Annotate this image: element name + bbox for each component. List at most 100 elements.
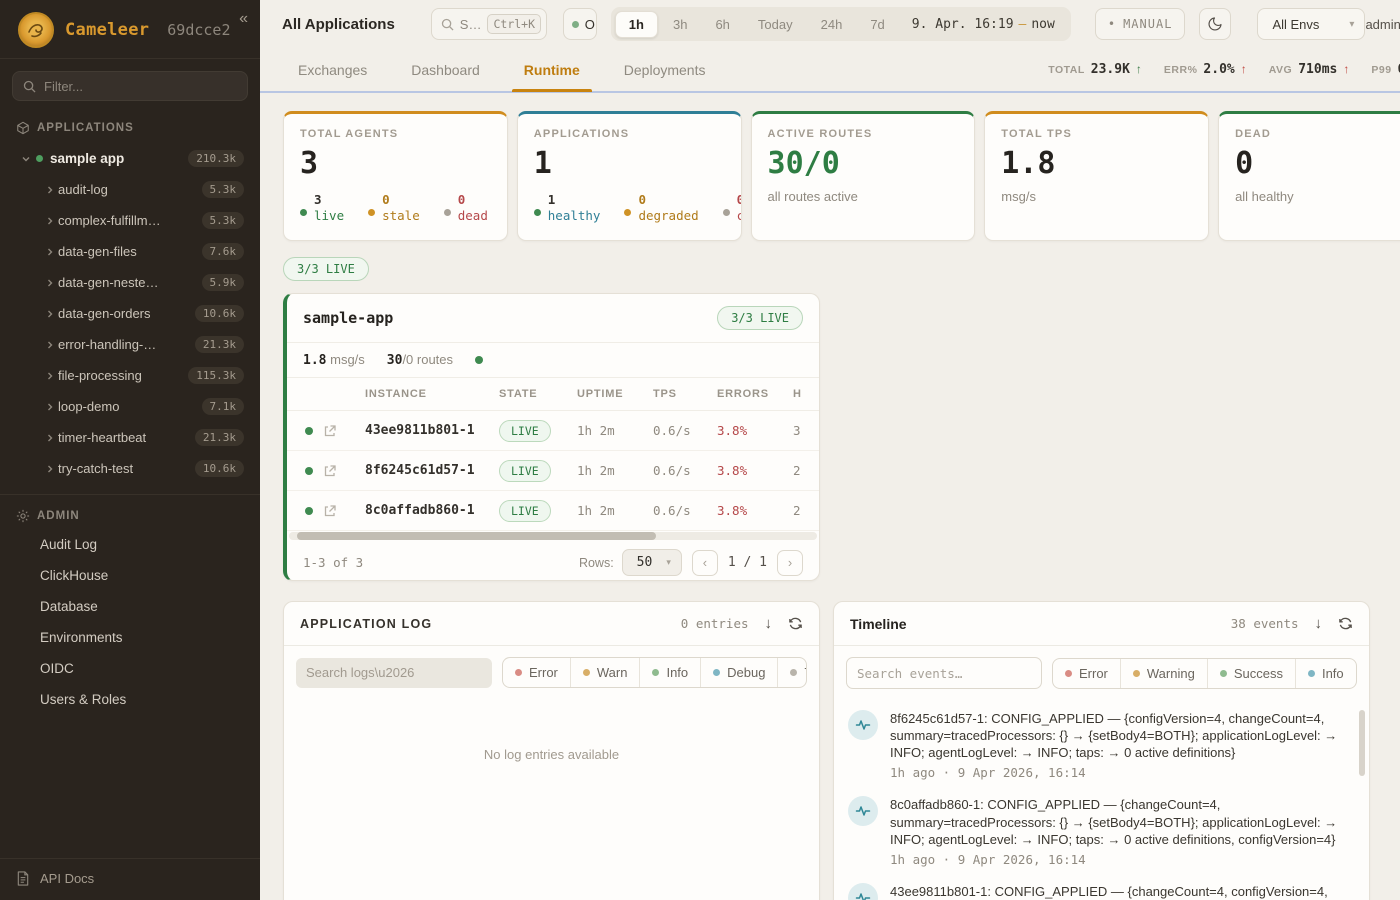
tree-item-audit-log[interactable]: audit-log5.3k — [8, 174, 252, 205]
count-badge: 10.6k — [195, 460, 244, 477]
sidebar-item-environments[interactable]: Environments — [0, 622, 260, 653]
timeline-scrollbar-thumb[interactable] — [1359, 710, 1365, 776]
chevron-right-icon[interactable] — [42, 278, 58, 288]
search-placeholder: S… — [460, 17, 482, 32]
header-stats: TOTAL23.9K↑ ERR%2.0%↑ AVG710ms↑ P996.8s↑ — [1048, 62, 1400, 77]
dark-mode-toggle[interactable] — [1199, 8, 1231, 40]
tree-item-loop-demo[interactable]: loop-demo7.1k — [8, 391, 252, 422]
chevron-right-icon[interactable] — [42, 247, 58, 257]
timeline-event[interactable]: 43ee9811b801-1: CONFIG_APPLIED — {change… — [848, 883, 1355, 900]
stat-total: TOTAL23.9K↑ — [1048, 62, 1142, 77]
page-indicator: 1 / 1 — [728, 555, 767, 570]
timeline-event[interactable]: 8c0affadb860-1: CONFIG_APPLIED — {change… — [848, 796, 1355, 866]
user-menu: admin AD — [1365, 9, 1400, 39]
stat-avg: AVG710ms↑ — [1269, 62, 1350, 77]
log-search-input[interactable] — [296, 658, 492, 688]
filter-warn[interactable]: Warn — [570, 658, 640, 687]
table-row[interactable]: 8c0affadb860-1 LIVE 1h 2m 0.6/s 3.8% 2 — [287, 491, 819, 531]
api-docs-link[interactable]: API Docs — [0, 858, 260, 900]
date-range-display[interactable]: 9. Apr. 16:19—now — [900, 17, 1067, 32]
chevron-right-icon[interactable] — [42, 433, 58, 443]
tree-item-error-handling[interactable]: error-handling-…21.3k — [8, 329, 252, 360]
chevron-right-icon[interactable] — [42, 402, 58, 412]
amber-dot-icon — [1133, 670, 1140, 677]
external-link-icon[interactable] — [323, 504, 365, 518]
app-name[interactable]: sample-app — [303, 309, 393, 327]
filter-warning[interactable]: Warning — [1120, 659, 1207, 688]
chevron-right-icon[interactable] — [42, 340, 58, 350]
sidebar-item-clickhouse[interactable]: ClickHouse — [0, 560, 260, 591]
download-icon[interactable]: ↓ — [765, 615, 773, 632]
online-status-button[interactable]: O — [563, 8, 597, 40]
row-range: 1-3 of 3 — [303, 555, 363, 570]
time-range-24h[interactable]: 24h — [808, 12, 856, 37]
amber-dot-icon — [583, 669, 590, 676]
tree-item-data-gen-nested[interactable]: data-gen-neste…5.9k — [8, 267, 252, 298]
sidebar-filter[interactable] — [12, 71, 248, 101]
search-icon — [23, 80, 36, 93]
timeline-event[interactable]: 8f6245c61d57-1: CONFIG_APPLIED — {config… — [848, 710, 1355, 780]
filter-info[interactable]: Info — [1295, 659, 1356, 688]
tree-item-complex-fulfillment[interactable]: complex-fulfillm…5.3k — [8, 205, 252, 236]
sidebar-collapse-icon[interactable]: « — [239, 10, 248, 28]
filter-success[interactable]: Success — [1207, 659, 1295, 688]
prev-page-button[interactable]: ‹ — [692, 550, 718, 576]
count-badge: 210.3k — [188, 150, 244, 167]
next-page-button[interactable]: › — [777, 550, 803, 576]
chevron-down-icon[interactable] — [18, 154, 34, 164]
table-row[interactable]: 43ee9811b801-1 LIVE 1h 2m 0.6/s 3.8% 3 — [287, 411, 819, 451]
tab-exchanges[interactable]: Exchanges — [296, 50, 369, 90]
sidebar-filter-input[interactable] — [44, 79, 237, 94]
card-applications: APPLICATIONS 1 1healthy 0degraded 0criti… — [517, 111, 742, 241]
instances-table: INSTANCE STATE UPTIME TPS ERRORS H 43ee9… — [287, 377, 819, 540]
manual-mode-button[interactable]: • MANUAL — [1095, 8, 1186, 40]
filter-error[interactable]: Error — [503, 658, 570, 687]
tree-item-data-gen-orders[interactable]: data-gen-orders10.6k — [8, 298, 252, 329]
chevron-right-icon[interactable] — [42, 371, 58, 381]
sidebar-item-oidc[interactable]: OIDC — [0, 653, 260, 684]
external-link-icon[interactable] — [323, 424, 365, 438]
time-range-7d[interactable]: 7d — [857, 12, 897, 37]
tree-item-file-processing[interactable]: file-processing115.3k — [8, 360, 252, 391]
refresh-icon[interactable] — [788, 616, 803, 631]
filter-trace[interactable]: Trace — [777, 658, 807, 687]
chevron-right-icon[interactable] — [42, 185, 58, 195]
filter-error[interactable]: Error — [1053, 659, 1120, 688]
chevron-right-icon[interactable] — [42, 216, 58, 226]
filter-debug[interactable]: Debug — [700, 658, 777, 687]
global-search[interactable]: S… Ctrl+K — [431, 8, 547, 40]
tree-item-timer-heartbeat[interactable]: timer-heartbeat21.3k — [8, 422, 252, 453]
tab-runtime[interactable]: Runtime — [522, 50, 582, 90]
external-link-icon[interactable] — [323, 464, 365, 478]
cube-icon — [16, 121, 30, 135]
time-range-3h[interactable]: 3h — [660, 12, 700, 37]
tree-item-data-gen-files[interactable]: data-gen-files7.6k — [8, 236, 252, 267]
rows-per-page-select[interactable]: 50▾ — [622, 549, 682, 576]
table-row[interactable]: 8f6245c61d57-1 LIVE 1h 2m 0.6/s 3.8% 2 — [287, 451, 819, 491]
scrollbar-thumb[interactable] — [297, 532, 656, 540]
green-dot-icon — [300, 209, 307, 216]
amber-dot-icon — [368, 209, 375, 216]
time-range-6h[interactable]: 6h — [702, 12, 742, 37]
sidebar-item-users-roles[interactable]: Users & Roles — [0, 684, 260, 715]
timeline-search-input[interactable] — [846, 657, 1042, 689]
card-total-agents: TOTAL AGENTS 3 3live 0stale 0dead — [283, 111, 508, 241]
time-range-1h[interactable]: 1h — [615, 11, 658, 38]
download-icon[interactable]: ↓ — [1315, 615, 1323, 632]
substat-degraded: 0degraded — [624, 192, 698, 223]
filter-info[interactable]: Info — [639, 658, 700, 687]
refresh-icon[interactable] — [1338, 616, 1353, 631]
environment-select[interactable]: All Envs ▾ — [1257, 8, 1365, 40]
tab-deployments[interactable]: Deployments — [622, 50, 708, 90]
tree-item-try-catch-test[interactable]: try-catch-test10.6k — [8, 453, 252, 484]
sidebar-item-audit-log[interactable]: Audit Log — [0, 529, 260, 560]
card-dead: DEAD 0 all healthy — [1218, 111, 1400, 241]
chevron-right-icon[interactable] — [42, 309, 58, 319]
green-dot-icon — [1220, 670, 1227, 677]
time-range-today[interactable]: Today — [745, 12, 806, 37]
pulse-icon — [848, 710, 878, 740]
tree-item-sample-app[interactable]: sample app 210.3k — [8, 143, 252, 174]
tab-dashboard[interactable]: Dashboard — [409, 50, 482, 90]
chevron-right-icon[interactable] — [42, 464, 58, 474]
sidebar-item-database[interactable]: Database — [0, 591, 260, 622]
